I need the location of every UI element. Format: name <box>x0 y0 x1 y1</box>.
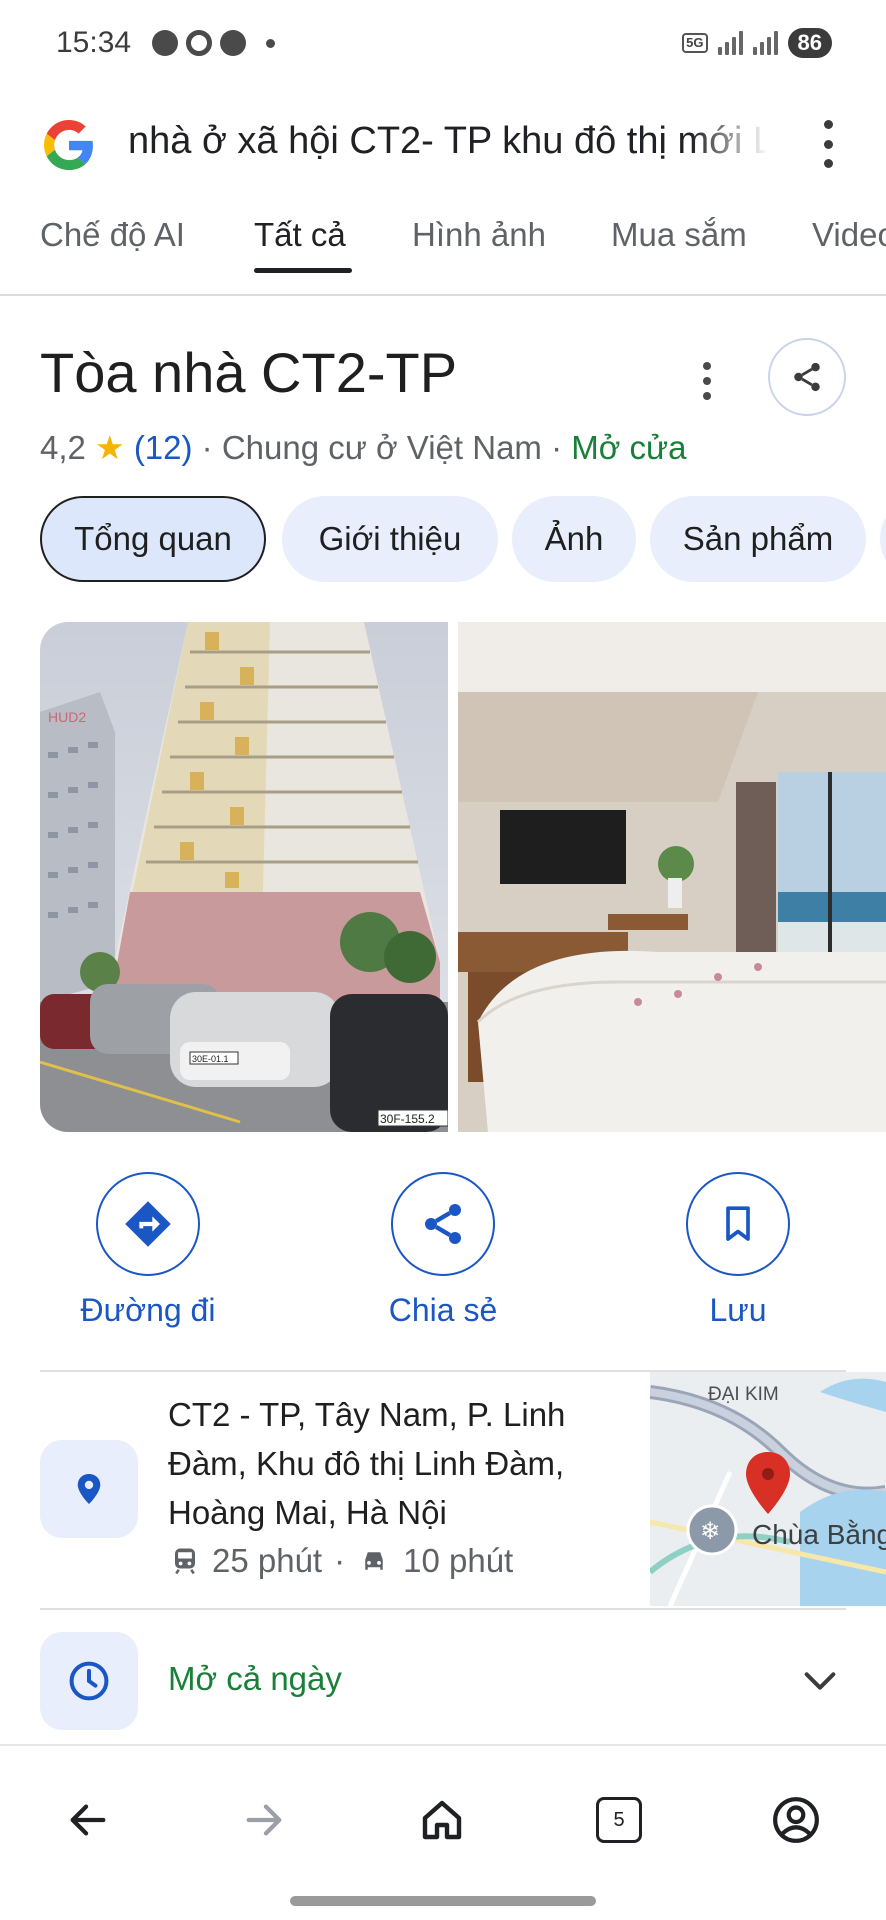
divider <box>40 1608 846 1610</box>
room-photo[interactable] <box>458 622 886 1132</box>
more-vert-icon[interactable] <box>700 362 714 400</box>
clock-icon <box>69 1661 109 1701</box>
status-bar: 15:34 5G 86 <box>0 0 886 90</box>
tab-ai-mode[interactable]: Chế độ AI <box>40 216 185 254</box>
signal-icon <box>717 31 743 55</box>
map-label-top: ĐẠI KIM <box>708 1384 779 1405</box>
place-category: · Chung cư ở Việt Nam · <box>201 429 563 466</box>
notification-icons <box>152 30 275 56</box>
back-button[interactable] <box>58 1790 118 1850</box>
address-line-3: Hoàng Mai, Hà Nội <box>168 1494 447 1531</box>
map-label-place: Chùa Bằng <box>752 1519 886 1550</box>
search-query[interactable]: nhà ở xã hội CT2- TP khu đô thị mới Linh… <box>128 120 768 163</box>
directions-label: Đường đi <box>80 1292 216 1328</box>
tab-count: 5 <box>613 1808 625 1831</box>
share-icon <box>425 1204 461 1244</box>
chip-overview[interactable]: Tổng quan <box>40 496 266 582</box>
signal-icon <box>752 31 778 55</box>
review-count[interactable]: (12) <box>134 429 193 466</box>
tab-all[interactable]: Tất cả <box>254 216 346 254</box>
location-pin-icon <box>77 1474 101 1504</box>
star-icon: ★ <box>95 429 125 466</box>
more-vert-icon[interactable] <box>818 120 838 168</box>
status-time: 15:34 <box>56 26 132 59</box>
map-thumbnail[interactable]: ĐẠI KIM ❄ Chùa Bằng <box>650 1372 886 1606</box>
directions-icon <box>125 1201 171 1247</box>
chat-bubble-icon <box>152 30 178 56</box>
tab-switcher-icon: 5 <box>596 1797 642 1843</box>
account-button[interactable] <box>766 1790 826 1850</box>
address-line-2: Đàm, Khu đô thị Linh Đàm, <box>168 1445 565 1482</box>
chip-products[interactable]: Sản phẩm <box>650 496 866 582</box>
network-type: 5G <box>682 33 708 53</box>
home-button[interactable] <box>412 1790 472 1850</box>
share-action-button[interactable]: Chia sẻ <box>343 1172 543 1329</box>
building-sign: HUD2 <box>48 709 86 725</box>
search-header: nhà ở xã hội CT2- TP khu đô thị mới Linh… <box>0 90 886 210</box>
arrow-forward-icon <box>246 1804 282 1836</box>
o-app-icon <box>186 30 212 56</box>
tab-images[interactable]: Hình ảnh <box>412 216 546 254</box>
dot-icon <box>266 38 275 48</box>
bookmark-icon <box>726 1206 750 1241</box>
rating-value: 4,2 <box>40 429 86 466</box>
chip-more[interactable] <box>880 496 886 582</box>
hours-status[interactable]: Mở cả ngày <box>168 1660 342 1698</box>
messenger-icon <box>220 30 246 56</box>
car-plate-right: 30F-155.2 <box>380 1112 435 1126</box>
chip-photos[interactable]: Ảnh <box>512 496 636 582</box>
share-button[interactable] <box>768 338 846 416</box>
clock-icon-box <box>40 1632 138 1730</box>
building-photo[interactable]: HUD2 30E-01.1 30F-155.2 <box>40 622 448 1132</box>
travel-times: 25 phút · 10 phút <box>170 1542 513 1580</box>
active-tab-indicator <box>254 268 352 273</box>
car-plate-left: 30E-01.1 <box>192 1054 229 1064</box>
save-button[interactable]: Lưu <box>638 1172 838 1329</box>
svg-text:❄: ❄ <box>700 1517 720 1545</box>
share-label: Chia sẻ <box>388 1292 498 1328</box>
separator: · <box>334 1542 346 1579</box>
open-status: Mở cửa <box>571 429 687 466</box>
arrow-back-icon <box>70 1804 106 1836</box>
status-right: 5G 86 <box>682 28 832 58</box>
gesture-bar <box>290 1896 596 1906</box>
tab-shopping[interactable]: Mua sắm <box>611 216 747 254</box>
address-line-1: CT2 - TP, Tây Nam, P. Linh <box>168 1396 566 1433</box>
battery-level: 86 <box>787 28 832 58</box>
place-title: Tòa nhà CT2-TP <box>40 341 458 404</box>
directions-button[interactable]: Đường đi <box>48 1172 248 1329</box>
share-icon <box>794 362 820 392</box>
account-icon <box>773 1797 819 1843</box>
home-icon <box>422 1800 462 1840</box>
chip-about[interactable]: Giới thiệu <box>282 496 498 582</box>
tab-video[interactable]: Video <box>812 216 886 254</box>
browser-bottom-nav: 5 <box>0 1744 886 1920</box>
place-chips: Tổng quan Giới thiệu Ảnh Sản phẩm <box>40 496 886 582</box>
transit-time: 25 phút <box>212 1542 323 1579</box>
rating-line: 4,2 ★ (12) · Chung cư ở Việt Nam · Mở cử… <box>40 428 687 467</box>
forward-button[interactable] <box>234 1790 294 1850</box>
chevron-down-icon[interactable] <box>800 1666 840 1696</box>
location-icon-box <box>40 1440 138 1538</box>
address[interactable]: CT2 - TP, Tây Nam, P. Linh Đàm, Khu đô t… <box>168 1390 638 1537</box>
car-icon <box>365 1552 383 1570</box>
save-label: Lưu <box>709 1292 767 1328</box>
google-g-icon[interactable] <box>44 120 94 170</box>
train-icon <box>175 1548 195 1575</box>
tabs-button[interactable]: 5 <box>589 1790 649 1850</box>
search-tabs: Chế độ AI Tất cả Hình ảnh Mua sắm Video <box>0 212 886 296</box>
drive-time: 10 phút <box>403 1542 514 1579</box>
